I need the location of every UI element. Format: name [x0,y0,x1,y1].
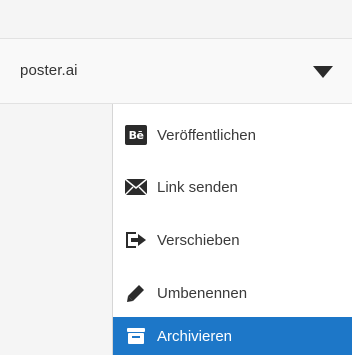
menu-item-label: Veröffentlichen [157,126,256,144]
page: poster.ai Bē Veröffentlichen Link senden… [0,0,352,355]
menu-item-rename[interactable]: Umbenennen [113,268,352,318]
caret-down-icon [313,66,333,78]
menu-item-archive[interactable]: Archivieren [113,317,352,355]
menu-item-send-link[interactable]: Link senden [113,162,352,212]
menu-item-label: Verschieben [157,231,240,249]
dropdown-toggle-button[interactable] [310,59,336,85]
context-menu: Bē Veröffentlichen Link senden Verschieb… [112,104,352,355]
file-name: poster.ai [20,62,78,79]
envelope-icon [125,176,147,198]
menu-item-label: Umbenennen [157,284,248,302]
menu-item-label: Link senden [157,178,238,196]
behance-logo-text: Bē [125,125,147,145]
archive-icon [125,325,147,347]
menu-item-label: Archivieren [157,327,233,345]
menu-item-move[interactable]: Verschieben [113,215,352,265]
pencil-icon [125,282,147,304]
move-arrow-icon [125,229,147,251]
file-row[interactable]: poster.ai [0,38,352,104]
menu-item-publish[interactable]: Bē Veröffentlichen [113,110,352,160]
behance-icon: Bē [125,124,147,146]
